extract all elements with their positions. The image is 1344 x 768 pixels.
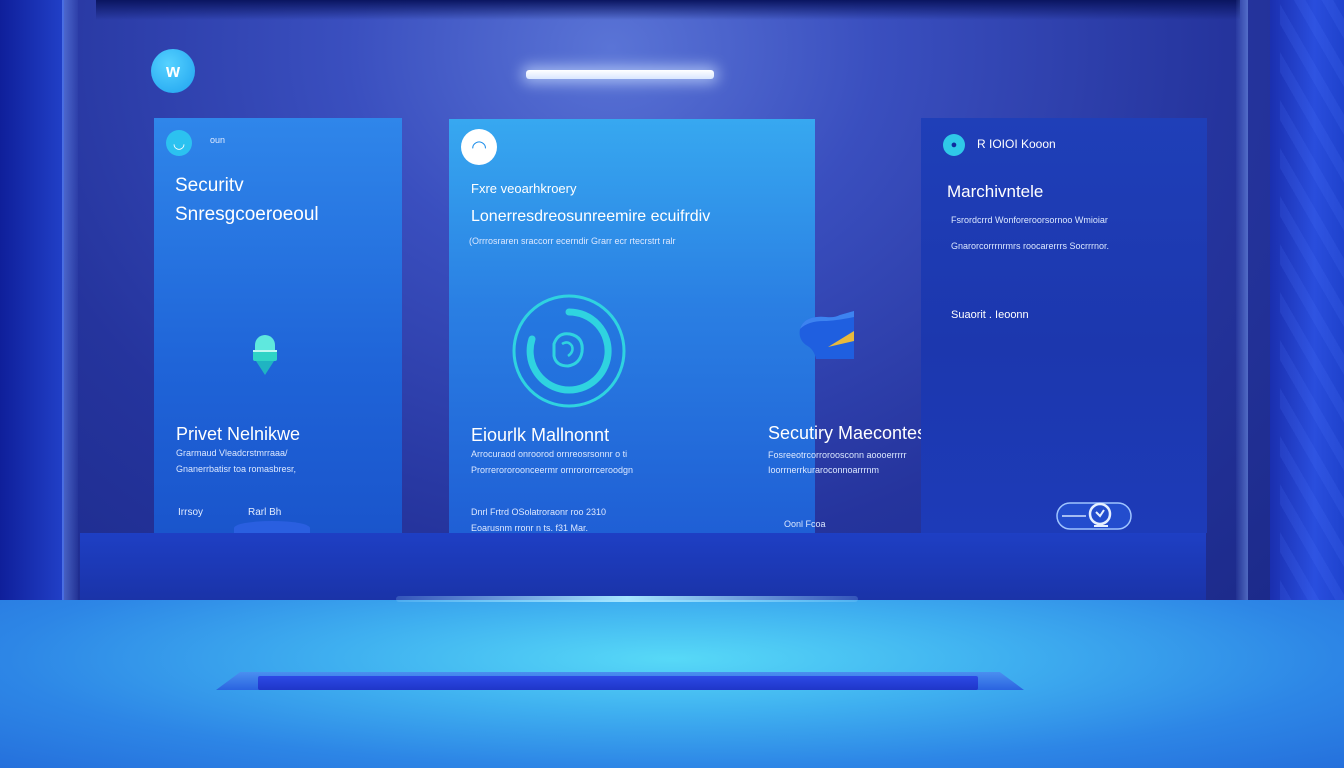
card-title-line2: Snresgcoeroeoul xyxy=(175,204,319,225)
card-desc-line1: Arrocuraod onroorod ornreosrsonnr o ti xyxy=(471,449,628,459)
card-security-features[interactable]: ◠ Fxre veoarhkroery Lonerresdreosunreemi… xyxy=(449,119,815,533)
card-footer-right[interactable]: Rarl Bh xyxy=(248,507,281,518)
security-badge-icon xyxy=(799,311,854,359)
card-kicker: Fxre veoarhkroery xyxy=(471,181,577,196)
glass-edge-right xyxy=(1236,0,1248,600)
card-security-services[interactable]: ◡ oun Securitv Snresgcoeroeoul Privet Ne… xyxy=(154,118,402,535)
card-subtitle: (Orrrosraren sraccorr ecerndir Grarr ecr… xyxy=(469,236,676,246)
card-heading: Privet Nelnikwe xyxy=(176,424,301,444)
ceiling-shadow xyxy=(96,0,1240,20)
card-badge-icon: ● xyxy=(943,134,965,156)
toggle-switch-icon[interactable] xyxy=(1056,500,1132,532)
card-desc-line1: Grarmaud Vleadcrstmrraaa/ xyxy=(176,448,288,458)
card-title-line1: Securitv xyxy=(175,175,244,196)
card-badge-icon: ◡ xyxy=(166,130,192,156)
card-tag: oun xyxy=(210,135,226,145)
card-footer-line1: Dnrl Frtrd OSolatroraonr roo 2310 xyxy=(471,507,607,517)
base-bar xyxy=(258,676,978,690)
left-wall xyxy=(0,0,64,600)
card-label: Suaorit . Ieoonn xyxy=(951,309,1029,321)
logo-glyph: w xyxy=(165,60,180,81)
floor-glow xyxy=(396,596,858,602)
card-heading: Marchivntele xyxy=(947,182,1044,201)
card-desc-line2: Gnanerrbatisr toa romasbresr, xyxy=(176,464,297,474)
app-logo[interactable]: w xyxy=(151,49,195,93)
lock-icon xyxy=(253,335,277,375)
wall-pattern xyxy=(1280,0,1344,600)
glass-edge-left xyxy=(62,0,78,600)
card-tag: R IOIOI Kooon xyxy=(977,137,1056,151)
card-machine-intel[interactable]: ● R IOIOI Kooon Marchivntele Fsrordcrrd … xyxy=(921,118,1207,533)
card-footer-left[interactable]: Irrsoy xyxy=(178,507,203,518)
card-footer-line2: Eoarusnm rronr n ts. f31 Mar. xyxy=(471,523,589,533)
shield-ring-icon[interactable] xyxy=(510,292,628,410)
ceiling-light xyxy=(526,70,714,79)
display-shelf xyxy=(80,533,1206,600)
card-desc-line2: Prorrerororoonceermr ornrororrceroodgn xyxy=(471,465,634,475)
card-desc-line1: Fsrordcrrd Wonforeroorsornoo Wmioiar xyxy=(951,215,1108,225)
card-desc-line2: Gnarorcorrrnrmrs roocarerrrs Socrrrnor. xyxy=(951,241,1110,251)
card-title: Lonerresdreosunreemire ecuifrdiv xyxy=(471,208,711,225)
card-heading: Eiourlk Mallnonnt xyxy=(471,425,610,445)
card-badge-icon: ◠ xyxy=(461,129,497,165)
